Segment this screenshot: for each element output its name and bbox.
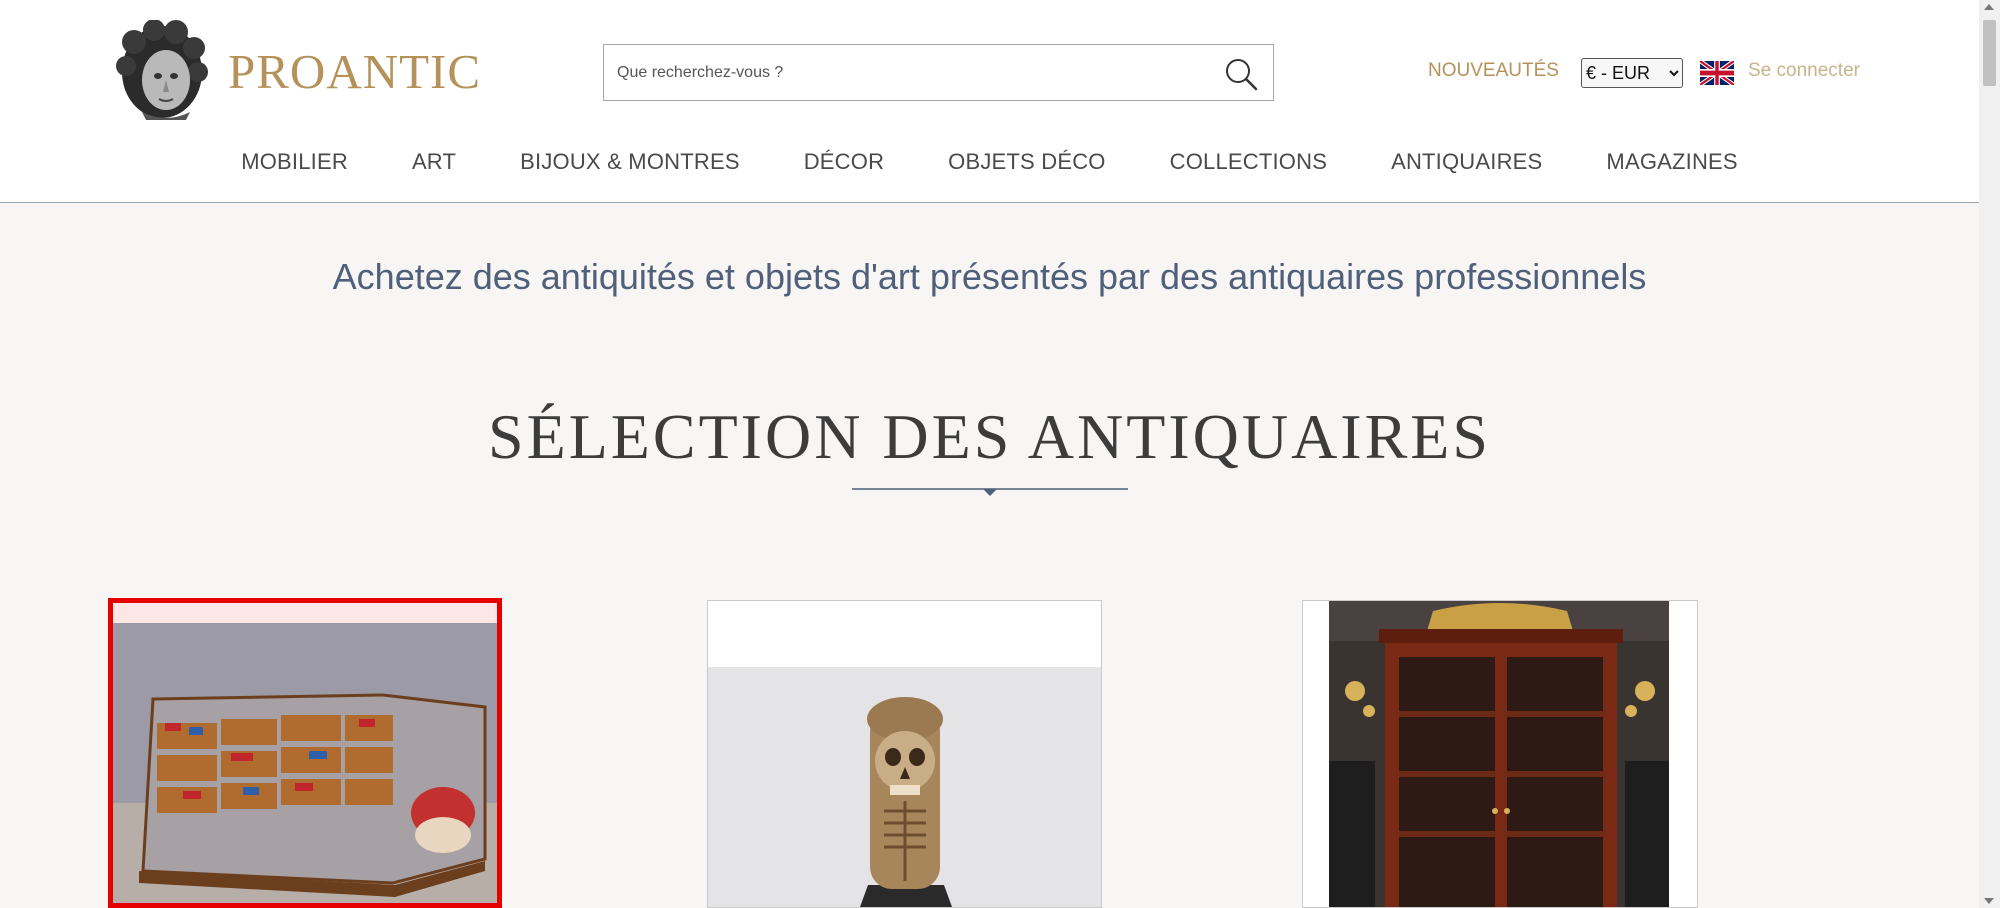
search-icon[interactable] bbox=[1223, 56, 1259, 92]
display-cabinet-image bbox=[113, 603, 497, 903]
nav-item-art[interactable]: ART bbox=[412, 149, 456, 175]
main-nav: MOBILIER ART BIJOUX & MONTRES DÉCOR OBJE… bbox=[0, 149, 1979, 175]
uk-flag-icon[interactable] bbox=[1700, 61, 1734, 85]
page-tagline: Achetez des antiquités et objets d'art p… bbox=[332, 256, 1647, 297]
nav-item-antiquaires[interactable]: ANTIQUAIRES bbox=[1391, 149, 1542, 175]
nav-item-decor[interactable]: DÉCOR bbox=[804, 149, 884, 175]
logo-head-icon bbox=[116, 20, 208, 120]
search-bar bbox=[603, 44, 1274, 101]
page-scrollbar[interactable] bbox=[1979, 0, 2000, 908]
logo[interactable]: PROANTIC bbox=[112, 20, 481, 122]
section-divider bbox=[852, 488, 1128, 496]
site-header: PROANTIC NOUVEAUTÉS € - EUR Se connecter… bbox=[0, 0, 1979, 203]
product-card-display-cabinet[interactable] bbox=[108, 598, 502, 908]
scroll-up-arrow-icon[interactable] bbox=[1984, 4, 1994, 10]
search-input[interactable] bbox=[604, 45, 1217, 100]
currency-select[interactable]: € - EUR bbox=[1581, 58, 1683, 88]
login-link[interactable]: Se connecter bbox=[1748, 60, 1860, 82]
bookcase-image bbox=[1303, 601, 1697, 907]
section-title: SÉLECTION DES ANTIQUAIRES bbox=[488, 401, 1491, 472]
product-card-carved-skull[interactable] bbox=[707, 600, 1102, 908]
scrollbar-thumb[interactable] bbox=[1983, 20, 1996, 86]
logo-text: PROANTIC bbox=[228, 43, 482, 99]
carved-skull-image bbox=[708, 601, 1101, 907]
nav-item-collections[interactable]: COLLECTIONS bbox=[1170, 149, 1327, 175]
new-arrivals-link[interactable]: NOUVEAUTÉS bbox=[1428, 60, 1559, 82]
nav-item-bijoux-montres[interactable]: BIJOUX & MONTRES bbox=[520, 149, 740, 175]
scroll-down-arrow-icon[interactable] bbox=[1984, 898, 1994, 904]
product-card-bookcase[interactable] bbox=[1302, 600, 1698, 908]
nav-item-mobilier[interactable]: MOBILIER bbox=[241, 149, 348, 175]
nav-item-magazines[interactable]: MAGAZINES bbox=[1606, 149, 1737, 175]
nav-item-objets-deco[interactable]: OBJETS DÉCO bbox=[948, 149, 1105, 175]
